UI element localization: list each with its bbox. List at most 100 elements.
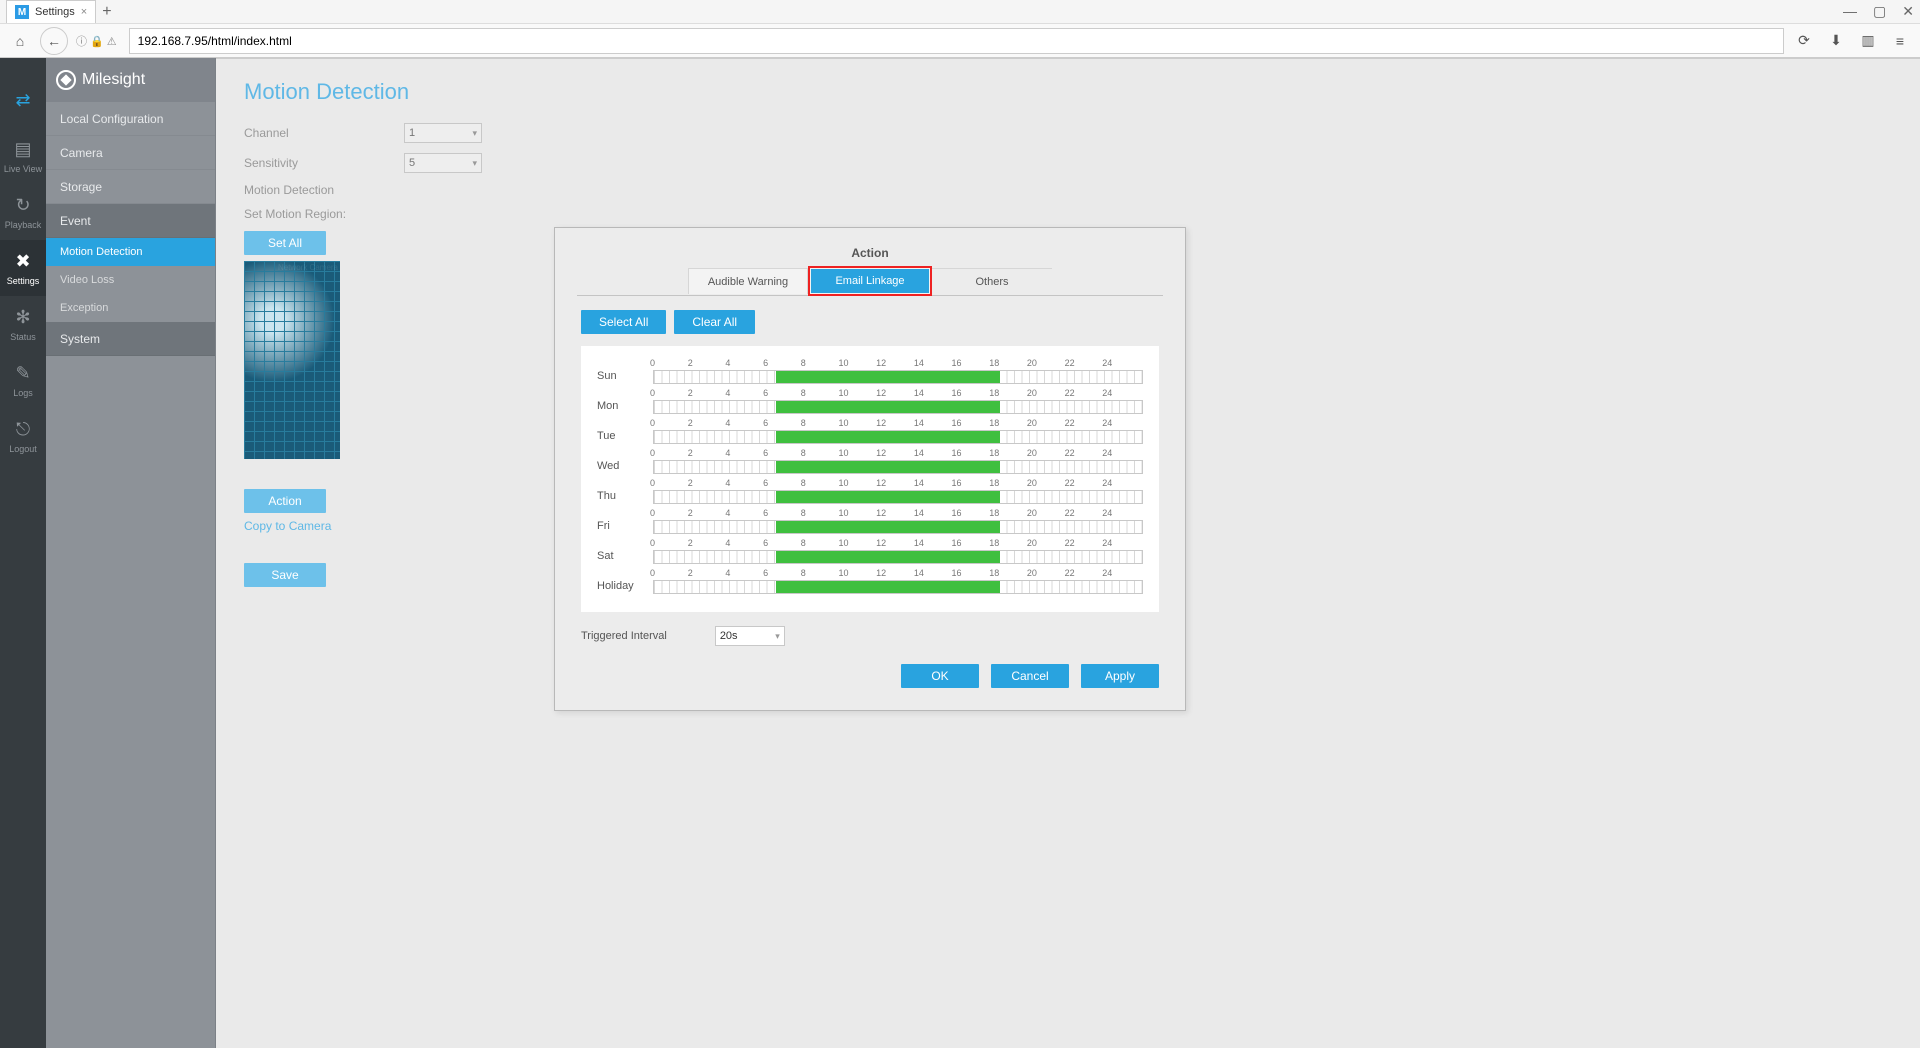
schedule-track-sat[interactable] (653, 550, 1143, 564)
url-input[interactable] (129, 28, 1784, 54)
camera-preview[interactable]: Network Camera (244, 261, 340, 459)
reload-icon[interactable]: ⟳ (1792, 29, 1816, 53)
schedule-track-sun[interactable] (653, 370, 1143, 384)
triggered-interval-label: Triggered Interval (581, 630, 667, 642)
minimize-icon[interactable]: — (1843, 3, 1857, 20)
tab-others[interactable]: Others (932, 268, 1052, 294)
clear-all-button[interactable]: Clear All (674, 310, 755, 334)
schedule-track-wed[interactable] (653, 460, 1143, 474)
day-label-wed: Wed (597, 460, 653, 474)
nav-storage[interactable]: Storage (46, 170, 215, 204)
schedule-fill (776, 461, 1000, 473)
reader-icon[interactable]: ▥ (1856, 29, 1880, 53)
schedule-track-tue[interactable] (653, 430, 1143, 444)
day-label-sat: Sat (597, 550, 653, 564)
day-label-tue: Tue (597, 430, 653, 444)
schedule-fill (776, 551, 1000, 563)
brand-header: Milesight (46, 58, 215, 102)
side-nav: Milesight Local Configuration Camera Sto… (46, 58, 216, 1048)
monitor-icon: ▤ (14, 139, 31, 160)
chevron-down-icon: ▾ (472, 128, 477, 139)
maximize-icon[interactable]: ▢ (1873, 3, 1886, 20)
tab-email-linkage[interactable]: Email Linkage (808, 266, 932, 296)
camera-grid-overlay (244, 261, 340, 459)
schedule-track-holiday[interactable] (653, 580, 1143, 594)
sensitivity-select[interactable]: 5▾ (404, 153, 482, 173)
save-button[interactable]: Save (244, 563, 326, 587)
browser-tab-strip: M Settings × + — ▢ ✕ (0, 0, 1920, 24)
brand-name: Milesight (82, 71, 145, 89)
address-bar-row: ⌂ ← ⓘ 🔒 ⚠ ⟳ ⬇ ▥ ≡ (0, 24, 1920, 58)
brand-logo-icon (56, 70, 76, 90)
apply-button[interactable]: Apply (1081, 664, 1159, 688)
new-tab-button[interactable]: + (102, 3, 111, 21)
nav-local-config[interactable]: Local Configuration (46, 102, 215, 136)
nav-exception[interactable]: Exception (46, 294, 215, 322)
channel-label: Channel (244, 126, 404, 140)
schedule-fill (776, 521, 1000, 533)
cancel-button[interactable]: Cancel (991, 664, 1069, 688)
close-tab-icon[interactable]: × (81, 6, 87, 18)
schedule-grid: Sun024681012141618202224Mon0246810121416… (581, 346, 1159, 612)
home-icon[interactable]: ⌂ (8, 29, 32, 53)
region-label: Set Motion Region: (244, 207, 404, 221)
menu-icon[interactable]: ≡ (1888, 29, 1912, 53)
day-label-sun: Sun (597, 370, 653, 384)
ok-button[interactable]: OK (901, 664, 979, 688)
back-icon[interactable]: ← (40, 27, 68, 55)
motion-label: Motion Detection (244, 183, 404, 197)
rail-item-logout[interactable]: ⎋Logout (0, 408, 46, 464)
day-label-mon: Mon (597, 400, 653, 414)
security-icons: ⓘ 🔒 ⚠ (76, 33, 117, 49)
browser-tab[interactable]: M Settings × (6, 0, 96, 23)
channel-select[interactable]: 1▾ (404, 123, 482, 143)
nav-camera[interactable]: Camera (46, 136, 215, 170)
app-root: ⇄ ▤Live View ↻Playback ✖Settings ✻Status… (0, 58, 1920, 1048)
rail-item-playback[interactable]: ↻Playback (0, 184, 46, 240)
tools-icon: ✖ (15, 251, 30, 272)
swap-icon: ⇄ (15, 90, 30, 111)
day-label-holiday: Holiday (597, 580, 653, 594)
rail-item-status[interactable]: ✻Status (0, 296, 46, 352)
nav-system[interactable]: System (46, 322, 215, 356)
nav-motion-detection[interactable]: Motion Detection (46, 238, 215, 266)
schedule-fill (776, 491, 1000, 503)
nav-event[interactable]: Event (46, 204, 215, 238)
rail-item-settings[interactable]: ✖Settings (0, 240, 46, 296)
page-title: Motion Detection (244, 79, 1892, 105)
tab-favicon: M (15, 5, 29, 19)
schedule-fill (776, 431, 1000, 443)
day-label-thu: Thu (597, 490, 653, 504)
rail-item-connect[interactable]: ⇄ (0, 72, 46, 128)
copy-to-camera-link[interactable]: Copy to Camera (244, 519, 331, 533)
content-area: Motion Detection Channel 1▾ Sensitivity … (216, 58, 1920, 1048)
triggered-interval-select[interactable]: 20s ▾ (715, 626, 785, 646)
action-button[interactable]: Action (244, 489, 326, 513)
schedule-fill (776, 371, 1000, 383)
nav-video-loss[interactable]: Video Loss (46, 266, 215, 294)
chevron-down-icon: ▾ (472, 158, 477, 169)
rail-item-liveview[interactable]: ▤Live View (0, 128, 46, 184)
action-modal: Action Audible Warning Email Linkage Oth… (554, 227, 1186, 711)
tab-title: Settings (35, 6, 75, 18)
rail-item-logs[interactable]: ✎Logs (0, 352, 46, 408)
set-all-button[interactable]: Set All (244, 231, 326, 255)
sensitivity-label: Sensitivity (244, 156, 404, 170)
chevron-down-icon: ▾ (775, 631, 780, 642)
exit-icon: ⎋ (16, 419, 30, 440)
icon-rail: ⇄ ▤Live View ↻Playback ✖Settings ✻Status… (0, 58, 46, 1048)
schedule-fill (776, 401, 1000, 413)
day-label-fri: Fri (597, 520, 653, 534)
note-icon: ✎ (15, 363, 30, 384)
schedule-track-mon[interactable] (653, 400, 1143, 414)
download-icon[interactable]: ⬇ (1824, 29, 1848, 53)
close-window-icon[interactable]: ✕ (1902, 3, 1914, 20)
schedule-track-fri[interactable] (653, 520, 1143, 534)
modal-title: Action (581, 246, 1159, 260)
schedule-fill (776, 581, 1000, 593)
select-all-button[interactable]: Select All (581, 310, 666, 334)
window-controls: — ▢ ✕ (1843, 3, 1914, 20)
tab-audible-warning[interactable]: Audible Warning (688, 268, 808, 294)
modal-tab-row: Audible Warning Email Linkage Others (577, 268, 1163, 296)
schedule-track-thu[interactable] (653, 490, 1143, 504)
